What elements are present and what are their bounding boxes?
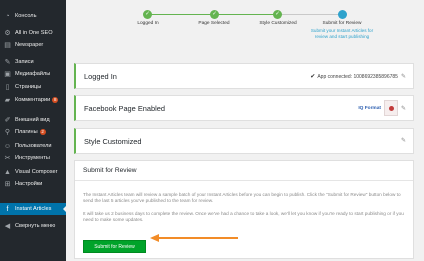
facebook-page-panel: Facebook Page Enabled IQ Format ✎ — [74, 95, 414, 121]
step-2-check-icon: ✓ — [210, 10, 219, 19]
comments-icon: ▰ — [4, 96, 11, 104]
sidebar-item[interactable]: ◀ Свернуть меню — [0, 220, 66, 232]
admin-sidebar: ◔ Консоль ⚙ All in One SEO ▤ Newspaper ✎ Записи… — [0, 0, 66, 261]
sidebar-item[interactable]: f Instant Articles — [0, 203, 66, 215]
collapse-icon: ◀ — [4, 222, 11, 230]
annotation-arrow-icon — [150, 234, 238, 242]
submit-review-panel: Submit for Review The Instant Articles t… — [74, 160, 414, 259]
sidebar-item-label: Свернуть меню — [15, 223, 56, 229]
step-4-current-dot — [338, 10, 347, 19]
sidebar-item-label: All in One SEO — [15, 30, 53, 36]
submit-for-review-button[interactable]: Submit for Review — [83, 240, 146, 253]
seo-icon: ⚙ — [4, 29, 11, 37]
edit-pencil-icon[interactable]: ✎ — [401, 73, 406, 80]
sidebar-item[interactable]: ▯ Страницы — [0, 81, 66, 93]
style-title: Style Customized — [84, 137, 142, 146]
step-1-check-icon: ✓ — [143, 10, 152, 19]
step-4-label: Submit for Review — [322, 21, 362, 26]
sidebar-item[interactable]: ◔ Консоль — [0, 10, 66, 22]
step-3-check-icon: ✓ — [273, 10, 282, 19]
submit-title: Submit for Review — [83, 167, 137, 174]
tools-icon: ✂ — [4, 154, 11, 162]
sidebar-item[interactable]: ✐ Внешний вид — [0, 114, 66, 126]
count-badge: 2 — [39, 129, 46, 135]
sidebar-item[interactable]: ⊞ Настройки — [0, 178, 66, 190]
sidebar-item[interactable]: ✎ Записи — [0, 56, 66, 68]
style-panel: Style Customized ✎ — [74, 128, 414, 154]
sidebar-item-label: Плагины — [15, 129, 38, 135]
sidebar-item[interactable]: ▤ Newspaper — [0, 39, 66, 51]
page-name: IQ Format — [358, 105, 381, 111]
sidebar-item-label: Страницы — [15, 84, 42, 90]
submit-description-1: The Instant Articles team will review a … — [83, 192, 401, 204]
count-badge: 8 — [52, 97, 59, 103]
app-connected-text: App connected: 1008692385896785 — [317, 73, 398, 80]
step-connector — [148, 14, 214, 15]
submit-header: Submit for Review — [75, 161, 413, 181]
step-4-subtext: Submit your Instant Articles for review … — [310, 28, 374, 39]
facebook-icon: f — [6, 205, 9, 213]
pages-icon: ▯ — [5, 83, 10, 91]
media-icon: ▣ — [4, 70, 11, 78]
logged-in-title: Logged In — [84, 72, 117, 81]
pin-icon: ✎ — [4, 58, 11, 66]
sidebar-item-label: Записи — [15, 59, 34, 65]
sidebar-item-label: Медиафайлы — [15, 71, 51, 77]
sidebar-item-label: Visual Composer — [15, 169, 58, 175]
users-icon: ☺ — [3, 142, 12, 150]
sidebar-item[interactable]: ▰ Комментарии 8 — [0, 94, 66, 106]
settings-icon: ⊞ — [4, 180, 11, 188]
selected-page: IQ Format ✎ — [358, 100, 406, 116]
step-connector — [278, 14, 342, 15]
sidebar-item-label: Инструменты — [15, 155, 50, 161]
sidebar-item-label: Настройки — [15, 181, 43, 187]
page-avatar-mark — [388, 106, 394, 111]
app-connected-status: ✔ App connected: 1008692385896785 ✎ — [310, 73, 406, 81]
sidebar-item-label: Newspaper — [15, 42, 44, 48]
newspaper-icon: ▤ — [4, 41, 11, 49]
sidebar-item-label: Внешний вид — [15, 117, 50, 123]
sidebar-item[interactable]: ⚲ Плагины 2 — [0, 126, 66, 138]
facebook-page-title: Facebook Page Enabled — [84, 104, 165, 113]
composer-icon: ▲ — [4, 168, 11, 176]
sidebar-item-label: Комментарии — [15, 97, 51, 103]
sidebar-item[interactable]: ✂ Инструменты — [0, 152, 66, 164]
check-icon: ✔ — [310, 74, 316, 80]
submit-description-2: It will take us 2 business days to compl… — [83, 211, 404, 223]
step-3-label: Style Customized — [259, 21, 297, 26]
sidebar-item-label: Консоль — [15, 13, 37, 19]
sidebar-item[interactable]: ▲ Visual Composer — [0, 166, 66, 178]
step-2-label: Page Selected — [198, 21, 230, 26]
sidebar-item[interactable]: ⚙ All in One SEO — [0, 27, 66, 39]
dashboard-icon: ◔ — [5, 12, 10, 20]
sidebar-item[interactable]: ▣ Медиафайлы — [0, 68, 66, 80]
plugins-icon: ⚲ — [4, 128, 11, 136]
sidebar-item-label: Instant Articles — [15, 206, 52, 212]
edit-pencil-icon[interactable]: ✎ — [401, 105, 406, 112]
edit-pencil-icon[interactable]: ✎ — [401, 137, 406, 144]
sidebar-item[interactable]: ☺ Пользователи — [0, 140, 66, 152]
page-avatar — [383, 100, 398, 116]
onboarding-stepper: ✓ ✓ ✓ Logged In Page Selected Style Cust… — [74, 0, 419, 58]
step-1-label: Logged In — [137, 21, 159, 26]
logged-in-panel: Logged In ✔ App connected: 1008692385896… — [74, 63, 414, 89]
appearance-icon: ✐ — [4, 116, 11, 124]
sidebar-item-label: Пользователи — [15, 143, 52, 149]
step-connector — [214, 14, 278, 15]
